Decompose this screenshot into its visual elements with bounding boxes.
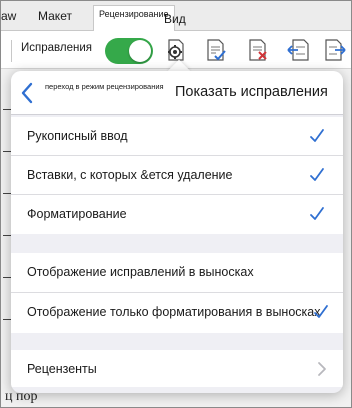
toggle-knob xyxy=(129,40,151,62)
option-label: Рукописный ввод xyxy=(27,129,128,143)
reject-change-icon[interactable] xyxy=(245,37,271,63)
chevron-right-icon xyxy=(317,361,327,377)
checkmark-icon xyxy=(313,304,329,320)
track-changes-label: Исправления xyxy=(21,42,92,54)
tab-review[interactable]: Рецензирование xyxy=(93,5,175,32)
track-changes-toggle[interactable] xyxy=(105,38,153,64)
popover-title: Показать исправления xyxy=(175,84,328,100)
back-caption: переход в режим рецензирования xyxy=(45,82,164,91)
show-markup-popover: переход в режим рецензирования Показать … xyxy=(11,71,343,393)
next-change-icon[interactable] xyxy=(323,37,349,63)
popover-header: переход в режим рецензирования Показать … xyxy=(11,71,343,115)
option-label: Вставки, с которых &ется удаление xyxy=(27,168,233,182)
option-label: Рецензенты xyxy=(27,362,97,376)
ribbon-tabs: aw Макет Рецензирование Вид xyxy=(1,1,351,32)
option-show-revisions-in-balloons[interactable]: Отображение исправлений в выносках xyxy=(11,253,343,293)
checkmark-icon xyxy=(309,128,325,144)
option-label: Форматирование xyxy=(27,207,127,221)
toolbar-divider xyxy=(11,40,12,62)
accept-change-icon[interactable] xyxy=(203,37,229,63)
markup-options-group: Рукописный ввод Вставки, с которых &ется… xyxy=(11,117,343,234)
app-window: aw Макет Рецензирование Вид Исправления xyxy=(0,0,352,408)
balloon-options-group: Отображение исправлений в выносках Отобр… xyxy=(11,253,343,333)
option-insertions-deletions[interactable]: Вставки, с которых &ется удаление xyxy=(11,156,343,195)
option-formatting[interactable]: Форматирование xyxy=(11,195,343,234)
tab-view[interactable]: Вид xyxy=(164,12,186,26)
option-reviewers[interactable]: Рецензенты xyxy=(11,350,343,389)
option-ink[interactable]: Рукописный ввод xyxy=(11,117,343,156)
display-settings-icon[interactable] xyxy=(163,37,189,63)
tab-layout[interactable]: Макет xyxy=(38,9,72,23)
option-formatting-only-in-balloons[interactable]: Отображение только форматирования в выно… xyxy=(11,293,343,333)
back-button[interactable] xyxy=(15,79,39,107)
checkmark-icon xyxy=(309,167,325,183)
option-label: Отображение только форматирования в выно… xyxy=(27,305,321,319)
tab-partial[interactable]: aw xyxy=(1,9,16,23)
reviewers-group: Рецензенты xyxy=(11,350,343,387)
option-label: Отображение исправлений в выносках xyxy=(27,265,254,279)
checkmark-icon xyxy=(309,206,325,222)
previous-change-icon[interactable] xyxy=(285,37,311,63)
